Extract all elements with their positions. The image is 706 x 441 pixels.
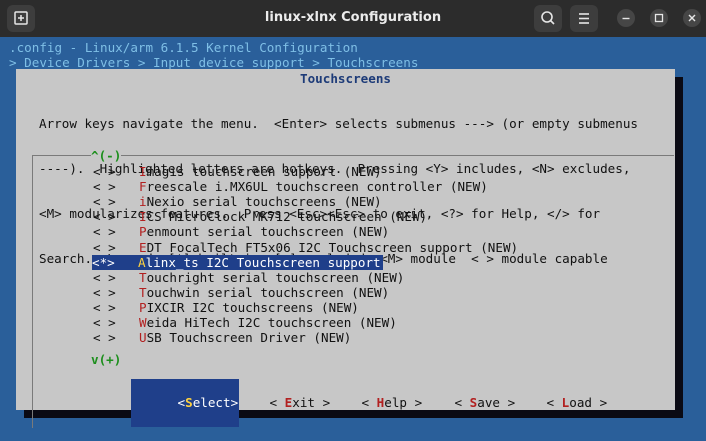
menu-item[interactable]: < > Weida HiTech I2C touchscreen (NEW) [93,315,397,330]
item-state: < > [93,224,116,240]
item-label: ouchwin serial touchscreen (NEW) [146,284,390,300]
save-button[interactable]: < Save > [409,379,516,427]
menu-item[interactable]: < > Touchwin serial touchscreen (NEW) [93,285,389,300]
item-state: < > [93,330,116,346]
menu-item[interactable]: < > USB Touchscreen Driver (NEW) [93,330,351,345]
item-hotkey: P [139,299,147,315]
item-hotkey: W [139,315,147,330]
item-label: CS MicroClock MK712 touchscreen (NEW) [146,209,428,225]
item-label: SB Touchscreen Driver (NEW) [146,330,352,346]
item-label: Nexio serial touchscreens (NEW) [146,194,382,210]
menu-item[interactable]: < > Penmount serial touchscreen (NEW) [93,224,389,239]
close-button[interactable] [683,9,701,27]
item-state: < > [93,239,116,255]
item-state: < > [93,284,116,300]
item-state: < > [93,194,116,210]
window-title: linux-xlnx Configuration [264,10,442,25]
menu-item[interactable]: < > EDT FocalTech FT5x06 I2C Touchscreen … [93,240,518,255]
item-label: enmount serial touchscreen (NEW) [146,224,390,240]
item-state: < > [93,164,116,179]
button-bar: <Select> < Exit > < Help > < Save > < Lo… [16,379,675,427]
item-label: DT FocalTech FT5x06 I2C Touchscreen supp… [146,239,519,255]
select-button[interactable]: <Select> [131,379,240,427]
help-line: Arrow keys navigate the menu. <Enter> se… [39,116,638,131]
item-state: < > [93,179,116,195]
menu-item[interactable]: < > PIXCIR I2C touchscreens (NEW) [93,300,359,315]
item-state: < > [93,299,116,315]
menu-button[interactable] [570,5,598,32]
menu-item[interactable]: < > Freescale i.MX6UL touchscreen control… [93,179,488,194]
window-titlebar: linux-xlnx Configuration [0,0,706,37]
item-label: magis touchscreen support (NEW) [146,164,382,179]
maximize-icon [654,13,664,23]
exit-button[interactable]: < Exit > [224,379,331,427]
dialog-title: Touchscreens [300,71,391,86]
scroll-up-indicator[interactable]: ^(-) [91,148,122,163]
item-label: linx_ts I2C Touchscreen support [145,254,381,270]
item-hotkey: U [139,330,147,346]
search-button[interactable] [534,5,562,32]
item-hotkey: T [139,269,147,285]
config-header: .config - Linux/arm 6.1.5 Kernel Configu… [9,40,358,55]
menu-item[interactable]: < > Imagis touchscreen support (NEW) [93,164,382,179]
minimize-button[interactable] [617,9,635,27]
menu-item[interactable]: < > iNexio serial touchscreens (NEW) [93,194,382,209]
menu-item[interactable]: < > Touchright serial touchscreen (NEW) [93,270,404,285]
menu-item[interactable]: <*> Alinx_ts I2C Touchscreen support [92,254,383,270]
item-hotkey: T [139,284,147,300]
item-state: < > [93,269,116,285]
item-hotkey: A [138,254,146,270]
item-hotkey: i [139,194,147,210]
item-hotkey: I [139,164,147,179]
close-icon [688,14,696,22]
item-label: ouchright serial touchscreen (NEW) [146,269,405,285]
item-hotkey: P [139,224,147,240]
search-icon [541,11,555,25]
hamburger-menu-icon [579,13,589,24]
item-hotkey: E [139,239,147,255]
item-state: <*> [92,254,115,270]
item-label: eida HiTech I2C touchscreen (NEW) [146,315,397,330]
item-label: IXCIR I2C touchscreens (NEW) [146,299,359,315]
item-hotkey: F [139,179,147,195]
breadcrumb: > Device Drivers > Input device support … [9,55,419,70]
item-label: reescale i.MX6UL touchscreen controller … [146,179,488,195]
dialog-shadow-right [675,77,683,418]
load-button[interactable]: < Load > [501,379,608,427]
item-state: < > [93,315,116,330]
touchscreens-dialog: Touchscreens Arrow keys navigate the men… [16,69,675,428]
menu-item[interactable]: < > ICS MicroClock MK712 touchscreen (NEW… [93,209,427,224]
maximize-button[interactable] [650,9,668,27]
minimize-icon [622,17,630,20]
scroll-down-indicator[interactable]: v(+) [91,352,122,367]
item-state: < > [93,209,116,225]
help-button[interactable]: < Help > [316,379,423,427]
item-hotkey: I [139,209,147,225]
